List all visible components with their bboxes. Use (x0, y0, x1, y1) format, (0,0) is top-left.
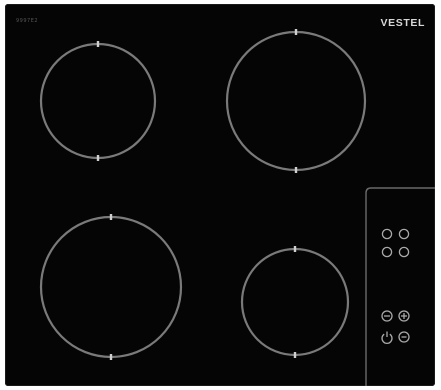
plus-icon[interactable] (398, 310, 410, 322)
lock-icon[interactable] (398, 331, 410, 343)
rear-right-zone[interactable] (225, 29, 367, 173)
control-strip-outline (365, 187, 435, 386)
minus-icon[interactable] (381, 310, 393, 322)
hob-graphics (39, 29, 435, 386)
zone-selector-1[interactable] (381, 228, 393, 240)
ceramic-hob-panel: 9997E2 VESTEL (5, 4, 435, 386)
zone-selector-2[interactable] (398, 228, 410, 240)
zone-selector-4[interactable] (398, 246, 410, 258)
zone-selector-3[interactable] (381, 246, 393, 258)
power-icon[interactable] (381, 331, 393, 344)
rear-left-zone[interactable] (39, 214, 183, 360)
front-right-zone[interactable] (240, 246, 350, 358)
front-left-zone[interactable] (39, 41, 157, 161)
